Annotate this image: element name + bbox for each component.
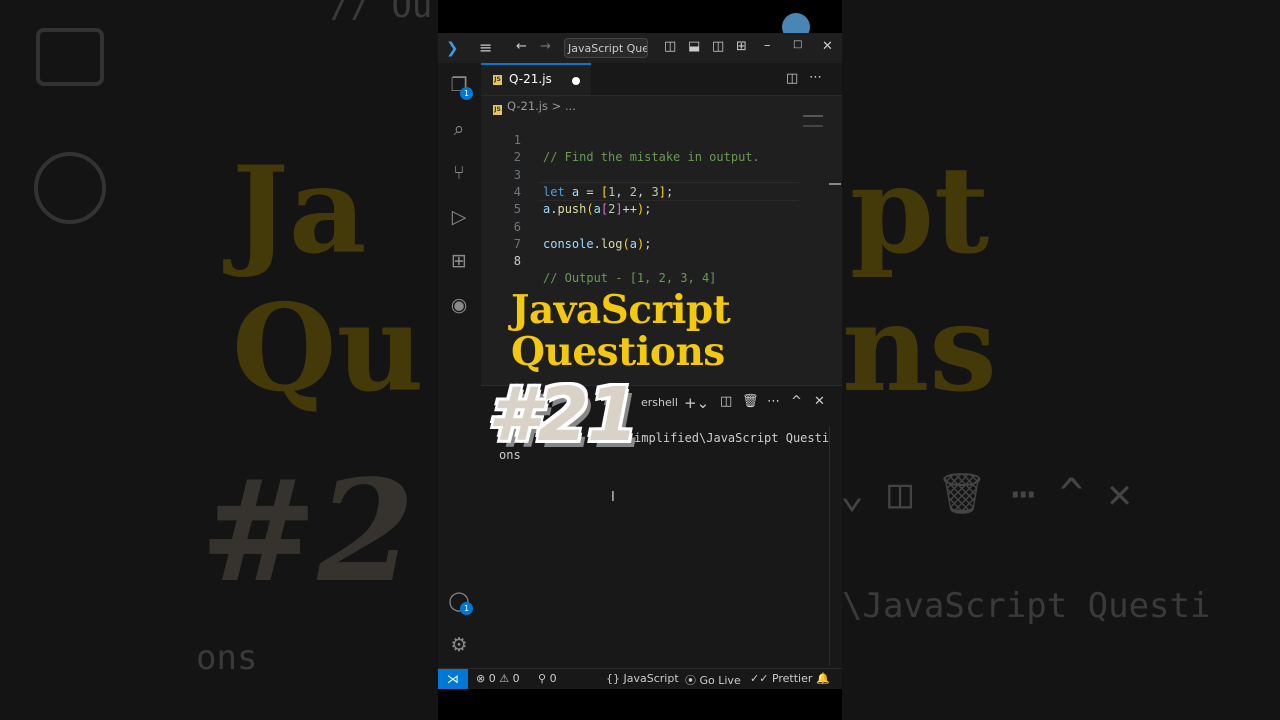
ports-status[interactable]: ⚲ 0: [538, 672, 557, 685]
tab-q21[interactable]: JS Q-21.js: [481, 63, 591, 95]
github-icon[interactable]: ◉: [447, 293, 471, 317]
code-line-4: 4 a.push(a[2]++);: [481, 167, 652, 216]
tab-label: Q-21.js: [509, 72, 552, 86]
prettier-label: Prettier: [771, 672, 813, 685]
line-text: // Output - [1, 2, 3, 4]: [543, 271, 717, 285]
bg-code-path: \JavaScript Questi: [842, 586, 1211, 626]
breadcrumb-more[interactable]: ...: [565, 99, 576, 113]
text-cursor-icon: I: [611, 490, 615, 505]
maximize-panel-icon[interactable]: ^: [791, 394, 802, 409]
tab-bar: JS Q-21.js ◫ ⋯: [481, 63, 842, 96]
panel-more-icon[interactable]: ⋯: [767, 394, 780, 409]
activity-bar: ❐ 1 ⌕ ⑂ ▷ ⊞ ◉ ◯ 1 ⚙: [438, 63, 482, 668]
code-line-5: 5: [481, 184, 539, 216]
settings-gear-icon[interactable]: ⚙: [447, 633, 471, 657]
line-text: console.log(a);: [543, 237, 652, 251]
language-label: JavaScript: [623, 672, 679, 685]
breadcrumb-js-icon: JS: [493, 105, 502, 115]
code-line-8: 8 // Output - [1, 2, 3, 4]: [481, 236, 717, 285]
command-center-search[interactable]: JavaScript Quest: [564, 38, 648, 58]
bg-word-4: ns: [842, 278, 997, 419]
notifications-bell-icon[interactable]: 🔔: [816, 672, 830, 685]
code-line-2: 2: [481, 132, 539, 164]
overlay-title-line2: Questions: [511, 329, 725, 375]
code-line-7: 7: [481, 219, 539, 251]
back-arrow-icon[interactable]: ←: [516, 39, 527, 54]
minimap[interactable]: [803, 115, 823, 127]
breadcrumb: JS Q-21.js > ...: [493, 99, 576, 115]
line-text: // Find the mistake in output.: [543, 150, 760, 164]
more-actions-icon[interactable]: ⋯: [809, 70, 822, 85]
panel-scrollbar[interactable]: [829, 426, 830, 666]
accounts-badge: 1: [460, 602, 473, 615]
toggle-panel-icon[interactable]: ⬓: [688, 39, 700, 54]
code-line-6: 6 console.log(a);: [481, 202, 652, 251]
forward-arrow-icon[interactable]: →: [540, 39, 551, 54]
status-bar: ⋊ ⊗ 0 ⚠ 0 ⚲ 0 {} JavaScript ⦿ Go Live ✓✓…: [438, 668, 842, 689]
go-live-button[interactable]: ⦿ Go Live: [685, 672, 741, 688]
overlay-question-number: #21: [488, 372, 638, 458]
kill-terminal-icon[interactable]: 🗑: [742, 394, 759, 409]
language-mode[interactable]: {} JavaScript: [606, 672, 679, 685]
new-terminal-icon[interactable]: +⌄: [684, 394, 709, 412]
split-editor-icon[interactable]: ◫: [786, 71, 798, 86]
error-count: 0: [488, 672, 496, 685]
minimize-icon[interactable]: –: [764, 38, 771, 53]
terminal-shell-label[interactable]: ershell: [641, 396, 678, 409]
go-live-label: Go Live: [699, 674, 741, 687]
warning-count: 0: [512, 672, 520, 685]
close-window-icon[interactable]: ✕: [822, 39, 833, 54]
bg-word-1: Ja: [232, 140, 367, 281]
line-text: let a = [1, 2, 3];: [543, 185, 674, 199]
problems-status[interactable]: ⊗ 0 ⚠ 0: [476, 672, 520, 685]
line-number: 8: [513, 254, 521, 268]
overlay-title-line1: JavaScript: [511, 287, 731, 333]
vscode-logo-icon: ❯: [446, 39, 459, 57]
bg-panel-icons: ⌄ ◫ 🗑 ⋯ ^ ✕: [840, 471, 1132, 517]
bg-code-path2: ons: [196, 638, 258, 678]
source-control-icon[interactable]: ⑂: [447, 161, 471, 185]
extensions-icon[interactable]: ⊞: [447, 249, 471, 273]
line-text: a.push(a[2]++);: [543, 202, 652, 216]
explorer-badge: 1: [460, 87, 473, 100]
bg-hash-number: #2: [200, 450, 415, 614]
code-line-1: 1 // Find the mistake in output.: [481, 115, 760, 164]
title-bar: ❯ ≡ ← → JavaScript Quest ◫ ⬓ ◫ ⊞ – □ ✕: [438, 33, 842, 63]
bg-word-2: pt: [850, 140, 990, 281]
prettier-status[interactable]: ✓✓ Prettier: [750, 672, 812, 685]
code-line-3: 3 let a = [1, 2, 3];: [481, 150, 673, 199]
js-file-icon: JS: [493, 75, 502, 85]
split-terminal-icon[interactable]: ◫: [720, 394, 732, 409]
customize-layout-icon[interactable]: ⊞: [736, 39, 747, 54]
unsaved-dot-icon[interactable]: [572, 77, 580, 85]
menu-icon[interactable]: ≡: [479, 38, 492, 57]
toggle-sidebar-icon[interactable]: ◫: [664, 39, 676, 54]
maximize-icon[interactable]: □: [793, 39, 802, 50]
overlay-title: JavaScript Questions: [511, 287, 731, 375]
bg-code-top: // Ou: [330, 0, 433, 26]
run-debug-icon[interactable]: ▷: [447, 205, 471, 229]
vscode-window: ❯ ≡ ← → JavaScript Quest ◫ ⬓ ◫ ⊞ – □ ✕ ❐…: [438, 0, 842, 720]
bg-word-3: Qu: [232, 278, 424, 419]
bg-extensions-icon: [36, 28, 104, 86]
ports-count: 0: [549, 672, 557, 685]
remote-indicator-icon[interactable]: ⋊: [438, 669, 468, 689]
bg-github-icon: [34, 152, 106, 224]
close-panel-icon[interactable]: ✕: [814, 394, 825, 409]
breadcrumb-sep: >: [551, 99, 562, 113]
toggle-secondary-sidebar-icon[interactable]: ◫: [712, 39, 724, 54]
search-icon[interactable]: ⌕: [447, 117, 471, 141]
scrollbar-marker[interactable]: [829, 183, 841, 185]
breadcrumb-file[interactable]: Q-21.js: [507, 99, 548, 113]
